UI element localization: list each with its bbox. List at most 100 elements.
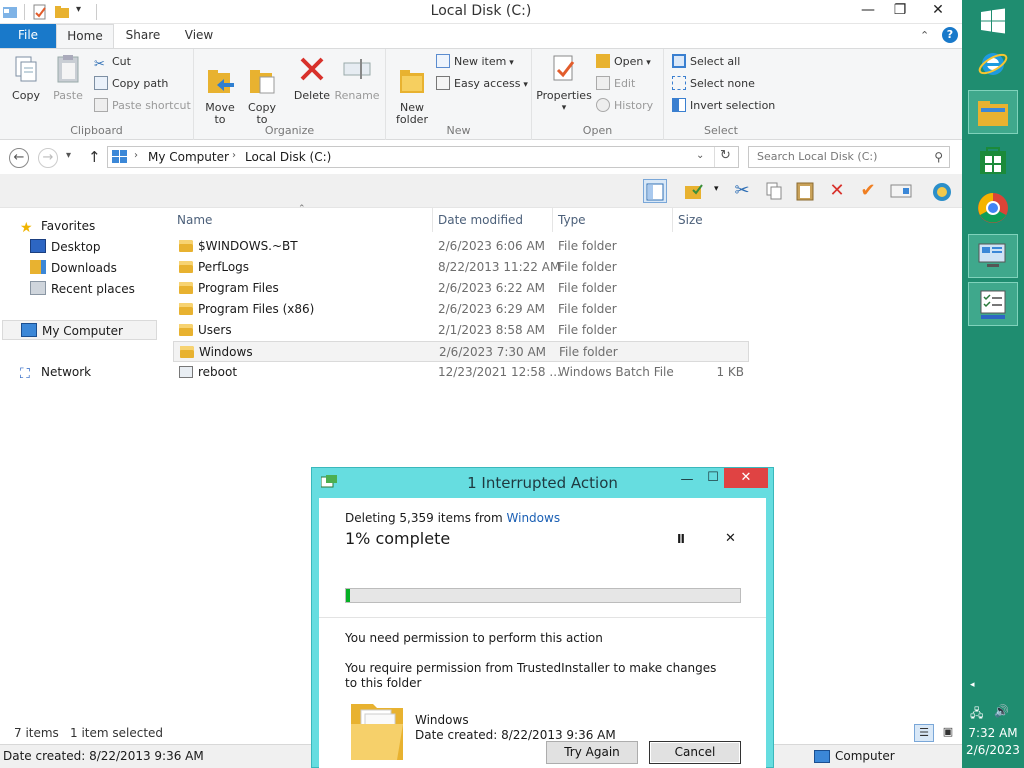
open-group-label: Open — [582, 124, 613, 137]
dialog-close-button[interactable]: ✕ — [724, 468, 768, 488]
cut-button[interactable]: ✂ Cut — [94, 52, 131, 72]
task-app-button[interactable] — [968, 282, 1018, 326]
try-again-button[interactable]: Try Again — [546, 741, 638, 764]
nav-network[interactable]: ⛶ Network — [0, 362, 160, 382]
network-tray-icon[interactable]: 🖧 — [970, 704, 983, 725]
search-icon[interactable]: ⚲ — [934, 147, 943, 167]
details-view-icon[interactable]: ☰ — [914, 724, 934, 742]
nav-my-computer[interactable]: My Computer — [2, 320, 157, 340]
copy-icon[interactable] — [762, 179, 786, 203]
large-icons-view-icon[interactable]: ▣ — [938, 724, 958, 742]
easy-access-dropdown-icon: ▾ — [520, 80, 528, 90]
breadcrumb-chevron-icon[interactable]: › — [134, 150, 138, 161]
table-row[interactable]: Users 2/1/2023 8:58 AM File folder — [173, 320, 749, 341]
history-button[interactable]: History — [596, 96, 653, 116]
table-row[interactable]: PerfLogs 8/22/2013 11:22 AM File folder — [173, 257, 749, 278]
copy-path-button[interactable]: Copy path — [94, 74, 168, 94]
delete-icon[interactable]: ✕ — [825, 179, 849, 203]
breadcrumb-my-computer[interactable]: My Computer — [148, 150, 229, 164]
back-button[interactable]: ← — [9, 148, 29, 168]
nav-favorites[interactable]: ★ Favorites — [0, 216, 160, 236]
refresh-icon[interactable]: ↻ — [720, 148, 731, 163]
breadcrumb-local-disk[interactable]: Local Disk (C:) — [245, 150, 331, 164]
dialog-maximize-button[interactable]: ☐ — [700, 470, 726, 490]
preview-pane-icon[interactable] — [643, 179, 667, 203]
scissors-icon[interactable]: ✂ — [730, 179, 754, 203]
stop-button[interactable]: ✕ — [725, 531, 736, 546]
paste-button[interactable]: Paste — [48, 49, 88, 102]
column-separator[interactable] — [432, 208, 433, 232]
rename-icon[interactable] — [889, 179, 913, 203]
batch-file-icon — [179, 366, 193, 378]
ribbon-tabs: File Home Share View ⌃ ? — [0, 24, 962, 49]
forward-arrow-icon: → — [42, 150, 54, 165]
invert-selection-button[interactable]: Invert selection — [672, 96, 775, 116]
table-row[interactable]: $WINDOWS.~BT 2/6/2023 6:06 AM File folder — [173, 236, 749, 257]
search-input[interactable]: Search Local Disk (C:) ⚲ — [748, 146, 950, 168]
new-item-button[interactable]: New item ▾ — [436, 52, 514, 72]
deleting-source-link[interactable]: Windows — [507, 511, 561, 525]
address-bar[interactable]: › My Computer › Local Disk (C:) ⌄ ↻ — [107, 146, 739, 168]
tab-share[interactable]: Share — [114, 24, 172, 48]
checkmark-icon[interactable]: ✔ — [856, 179, 880, 203]
ribbon-collapse-icon[interactable]: ⌃ — [920, 29, 929, 42]
close-button[interactable]: ✕ — [916, 0, 960, 22]
column-header-type[interactable]: Type — [558, 210, 586, 230]
start-button[interactable] — [968, 0, 1018, 44]
select-none-button[interactable]: Select none — [672, 74, 755, 94]
address-dropdown-icon[interactable]: ⌄ — [696, 150, 704, 161]
tab-view[interactable]: View — [172, 24, 226, 48]
column-header-name[interactable]: Name — [177, 210, 212, 230]
forward-button[interactable]: → — [38, 148, 58, 168]
edit-icon — [596, 76, 610, 90]
open-button[interactable]: Open ▾ — [596, 52, 651, 72]
help-icon[interactable]: ? — [942, 27, 958, 43]
internet-explorer-button[interactable] — [968, 42, 1018, 86]
pause-button[interactable]: II — [677, 532, 685, 546]
rename-button[interactable]: Rename — [334, 49, 380, 102]
volume-icon[interactable]: 🔊 — [994, 704, 1009, 718]
chrome-button[interactable] — [968, 186, 1018, 230]
properties-button[interactable]: Properties ▾ — [536, 49, 592, 114]
remote-desktop-button[interactable] — [968, 234, 1018, 278]
recent-locations-icon[interactable]: ▾ — [66, 150, 71, 161]
nav-desktop[interactable]: Desktop — [0, 237, 160, 257]
shell-icon[interactable] — [930, 179, 954, 203]
internet-explorer-icon — [978, 53, 1008, 75]
copy-button[interactable]: Copy — [6, 49, 46, 102]
edit-button[interactable]: Edit — [596, 74, 635, 94]
column-header-date[interactable]: Date modified — [438, 210, 523, 230]
column-separator[interactable] — [552, 208, 553, 232]
maximize-button[interactable]: ❐ — [884, 0, 916, 22]
nav-downloads[interactable]: Downloads — [0, 258, 160, 278]
nav-recent-places[interactable]: Recent places — [0, 279, 160, 299]
clock-date[interactable]: 2/6/2023 — [962, 743, 1024, 757]
up-arrow-icon[interactable]: ↑ — [88, 148, 101, 166]
folder-options-dropdown-icon[interactable]: ▾ — [714, 184, 719, 194]
table-row[interactable]: Program Files 2/6/2023 6:22 AM File folder — [173, 278, 749, 299]
paste-shortcut-button[interactable]: Paste shortcut — [94, 96, 191, 116]
dialog-minimize-button[interactable]: — — [674, 472, 700, 492]
show-hidden-icons-icon[interactable]: ◂ — [970, 680, 975, 690]
easy-access-button[interactable]: Easy access ▾ — [436, 74, 528, 94]
open-group: Properties ▾ Open ▾ Edit History Open — [532, 49, 664, 141]
folder-options-icon[interactable] — [682, 179, 706, 203]
tab-home[interactable]: Home — [56, 24, 114, 49]
minimize-button[interactable]: — — [852, 0, 884, 22]
clock-time[interactable]: 7:32 AM — [962, 726, 1024, 740]
paste-icon[interactable] — [793, 179, 817, 203]
store-button[interactable] — [968, 138, 1018, 182]
column-separator[interactable] — [672, 208, 673, 232]
table-row[interactable]: Program Files (x86) 2/6/2023 6:29 AM File … — [173, 299, 749, 320]
select-all-button[interactable]: Select all — [672, 52, 740, 72]
column-header-size[interactable]: Size — [678, 210, 703, 230]
table-row[interactable]: reboot 12/23/2021 12:58 ... Windows Batch … — [173, 362, 749, 383]
delete-button[interactable]: Delete — [292, 49, 332, 102]
select-group: Select all Select none Invert selection … — [664, 49, 778, 141]
copy-path-icon — [94, 76, 108, 90]
tab-file[interactable]: File — [0, 24, 56, 48]
cancel-button[interactable]: Cancel — [649, 741, 741, 764]
breadcrumb-chevron-icon[interactable]: › — [232, 150, 236, 161]
file-explorer-button[interactable] — [968, 90, 1018, 134]
table-row[interactable]: Windows 2/6/2023 7:30 AM File folder — [173, 341, 749, 362]
